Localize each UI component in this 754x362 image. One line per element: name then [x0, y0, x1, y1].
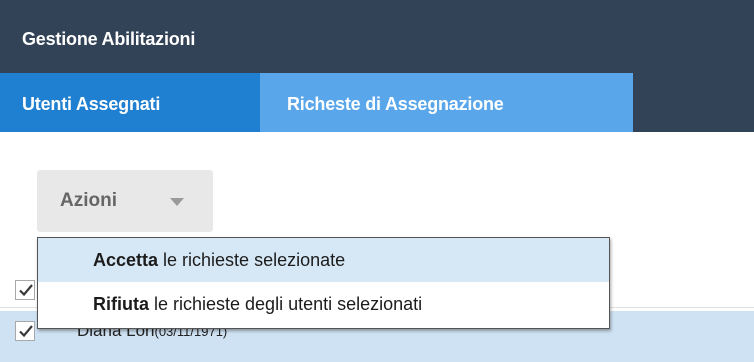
tab-richeste-di-assegnazione[interactable]: Richeste di Assegnazione — [260, 73, 633, 132]
page-title: Gestione Abilitazioni — [22, 29, 196, 49]
checkmark-icon — [19, 284, 33, 297]
actions-dropdown-button[interactable]: Azioni — [37, 170, 213, 232]
tab-bar: Utenti Assegnati Richeste di Assegnazion… — [0, 73, 754, 132]
actions-label: Azioni — [60, 190, 117, 211]
menu-item-accetta[interactable]: Accetta le richieste selezionate — [38, 238, 609, 282]
checkmark-icon — [19, 325, 33, 338]
actions-menu: Accetta le richieste selezionate Rifiuta… — [37, 237, 610, 329]
menu-item-action: Accetta — [93, 250, 159, 270]
row-checkbox[interactable] — [15, 321, 35, 341]
menu-item-description: le richieste selezionate — [158, 250, 346, 270]
menu-item-description: le richieste degli utenti selezionati — [149, 294, 423, 314]
chevron-down-icon — [170, 198, 184, 206]
app-header: Gestione Abilitazioni — [0, 0, 754, 73]
menu-item-action: Rifiuta — [93, 294, 149, 314]
tab-utenti-assegnati[interactable]: Utenti Assegnati — [0, 73, 260, 132]
select-all-checkbox[interactable] — [15, 280, 35, 300]
menu-item-rifiuta[interactable]: Rifiuta le richieste degli utenti selezi… — [38, 282, 609, 326]
